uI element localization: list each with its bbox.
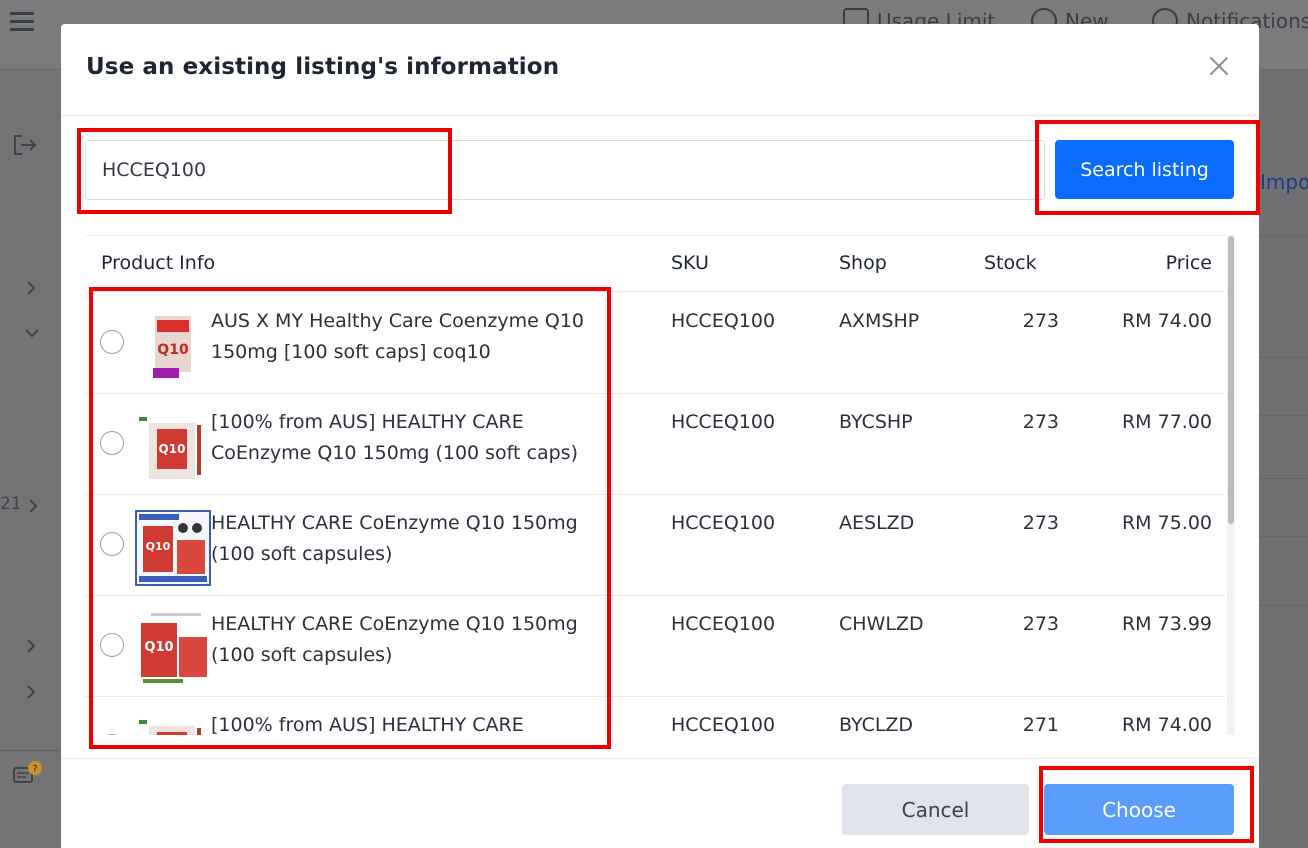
close-icon[interactable] bbox=[1207, 54, 1231, 78]
row-divider bbox=[1259, 357, 1308, 358]
product-thumbnail: Q10 bbox=[135, 409, 211, 485]
row-divider bbox=[1259, 235, 1308, 236]
row-divider bbox=[1259, 478, 1308, 479]
sidebar-count: 21 bbox=[0, 494, 22, 514]
price-cell: RM 73.99 bbox=[1121, 613, 1212, 635]
table-row[interactable]: Q10 [100% from AUS] HEALTHY CARE CoEnzym… bbox=[85, 394, 1225, 495]
svg-text:Q10: Q10 bbox=[157, 342, 189, 358]
table-row[interactable]: Q10 HEALTHY CARE CoEnzyme Q10 150mg (100… bbox=[85, 495, 1225, 596]
product-thumbnail: Q10 bbox=[135, 510, 211, 586]
search-input[interactable] bbox=[85, 140, 1045, 200]
product-name: [100% from AUS] HEALTHY CARE bbox=[211, 714, 524, 735]
sidebar-divider bbox=[0, 750, 60, 751]
modal-footer: Cancel Choose bbox=[61, 758, 1259, 848]
table-header: Product Info SKU Shop Stock Price bbox=[85, 236, 1225, 292]
row-select-radio[interactable] bbox=[100, 431, 124, 455]
price-cell: RM 75.00 bbox=[1121, 512, 1212, 534]
product-name: HEALTHY CARE CoEnzyme Q10 150mg (100 sof… bbox=[211, 613, 578, 666]
app-sidebar: 21 ? bbox=[0, 70, 60, 848]
product-thumbnail: Q10 bbox=[135, 308, 211, 384]
search-row: Search listing bbox=[85, 140, 1235, 200]
table-row[interactable]: Q10 AUS X MY Healthy Care Coenzyme Q10 1… bbox=[85, 293, 1225, 394]
row-select-radio[interactable] bbox=[100, 330, 124, 354]
svg-text:?: ? bbox=[32, 764, 37, 775]
sku-cell: HCCEQ100 bbox=[671, 512, 776, 534]
cancel-button[interactable]: Cancel bbox=[842, 784, 1029, 835]
modal-header: Use an existing listing's information bbox=[61, 24, 1259, 116]
chevron-right-icon[interactable] bbox=[26, 280, 36, 296]
chevron-down-icon[interactable] bbox=[24, 328, 40, 338]
price-cell: RM 74.00 bbox=[1121, 310, 1212, 332]
shop-cell: AXMSHP bbox=[839, 310, 920, 332]
app-content-edge: Impor bbox=[1259, 70, 1308, 848]
chevron-right-icon[interactable] bbox=[28, 498, 38, 514]
product-name: AUS X MY Healthy Care Coenzyme Q10 150mg… bbox=[211, 310, 585, 363]
existing-listing-modal: Use an existing listing's information Se… bbox=[61, 24, 1259, 848]
row-divider bbox=[1259, 536, 1308, 537]
row-select-radio[interactable] bbox=[100, 633, 124, 657]
stock-cell: 273 bbox=[1022, 512, 1059, 534]
table-scrollbar[interactable] bbox=[1227, 236, 1235, 735]
hamburger-menu-icon[interactable] bbox=[10, 12, 34, 32]
row-select-radio[interactable] bbox=[100, 734, 124, 735]
price-cell: RM 77.00 bbox=[1121, 411, 1212, 433]
choose-button[interactable]: Choose bbox=[1044, 784, 1234, 835]
stock-cell: 273 bbox=[1022, 613, 1059, 635]
svg-text:Q10: Q10 bbox=[159, 442, 186, 456]
chevron-right-icon[interactable] bbox=[26, 684, 36, 700]
column-header-price: Price bbox=[1165, 252, 1212, 274]
table-row[interactable]: [100% from AUS] HEALTHY CARE HCCEQ100 BY… bbox=[85, 697, 1225, 735]
svg-text:Q10: Q10 bbox=[144, 640, 173, 655]
stock-cell: 273 bbox=[1022, 310, 1059, 332]
row-divider bbox=[1259, 415, 1308, 416]
column-header-product: Product Info bbox=[101, 252, 216, 274]
product-name: [100% from AUS] HEALTHY CARE CoEnzyme Q1… bbox=[211, 411, 578, 464]
price-cell: RM 74.00 bbox=[1121, 714, 1212, 735]
chevron-right-icon[interactable] bbox=[26, 638, 36, 654]
sku-cell: HCCEQ100 bbox=[671, 310, 776, 332]
stock-cell: 273 bbox=[1022, 411, 1059, 433]
product-thumbnail: Q10 bbox=[135, 611, 211, 687]
sku-cell: HCCEQ100 bbox=[671, 613, 776, 635]
row-divider bbox=[1259, 605, 1308, 606]
search-listing-button[interactable]: Search listing bbox=[1055, 140, 1234, 199]
row-select-radio[interactable] bbox=[100, 532, 124, 556]
shop-cell: BYCLZD bbox=[839, 714, 914, 735]
svg-text:Q10: Q10 bbox=[146, 540, 171, 553]
sku-cell: HCCEQ100 bbox=[671, 411, 776, 433]
column-header-shop: Shop bbox=[839, 252, 887, 274]
stock-cell: 271 bbox=[1022, 714, 1059, 735]
logout-icon[interactable] bbox=[12, 134, 38, 156]
shop-cell: BYCSHP bbox=[839, 411, 913, 433]
listing-table: Product Info SKU Shop Stock Price Q10 AU… bbox=[85, 235, 1235, 735]
import-link[interactable]: Impor bbox=[1260, 170, 1308, 194]
column-header-stock: Stock bbox=[984, 252, 1037, 274]
help-chat-icon[interactable]: ? bbox=[12, 760, 46, 790]
shop-cell: AESLZD bbox=[839, 512, 915, 534]
product-name: HEALTHY CARE CoEnzyme Q10 150mg (100 sof… bbox=[211, 512, 578, 565]
scrollbar-thumb[interactable] bbox=[1228, 236, 1234, 524]
product-thumbnail bbox=[135, 712, 211, 735]
shop-cell: CHWLZD bbox=[839, 613, 924, 635]
sku-cell: HCCEQ100 bbox=[671, 714, 776, 735]
modal-title: Use an existing listing's information bbox=[86, 54, 560, 80]
table-row[interactable]: Q10 HEALTHY CARE CoEnzyme Q10 150mg (100… bbox=[85, 596, 1225, 697]
column-header-sku: SKU bbox=[671, 252, 709, 274]
